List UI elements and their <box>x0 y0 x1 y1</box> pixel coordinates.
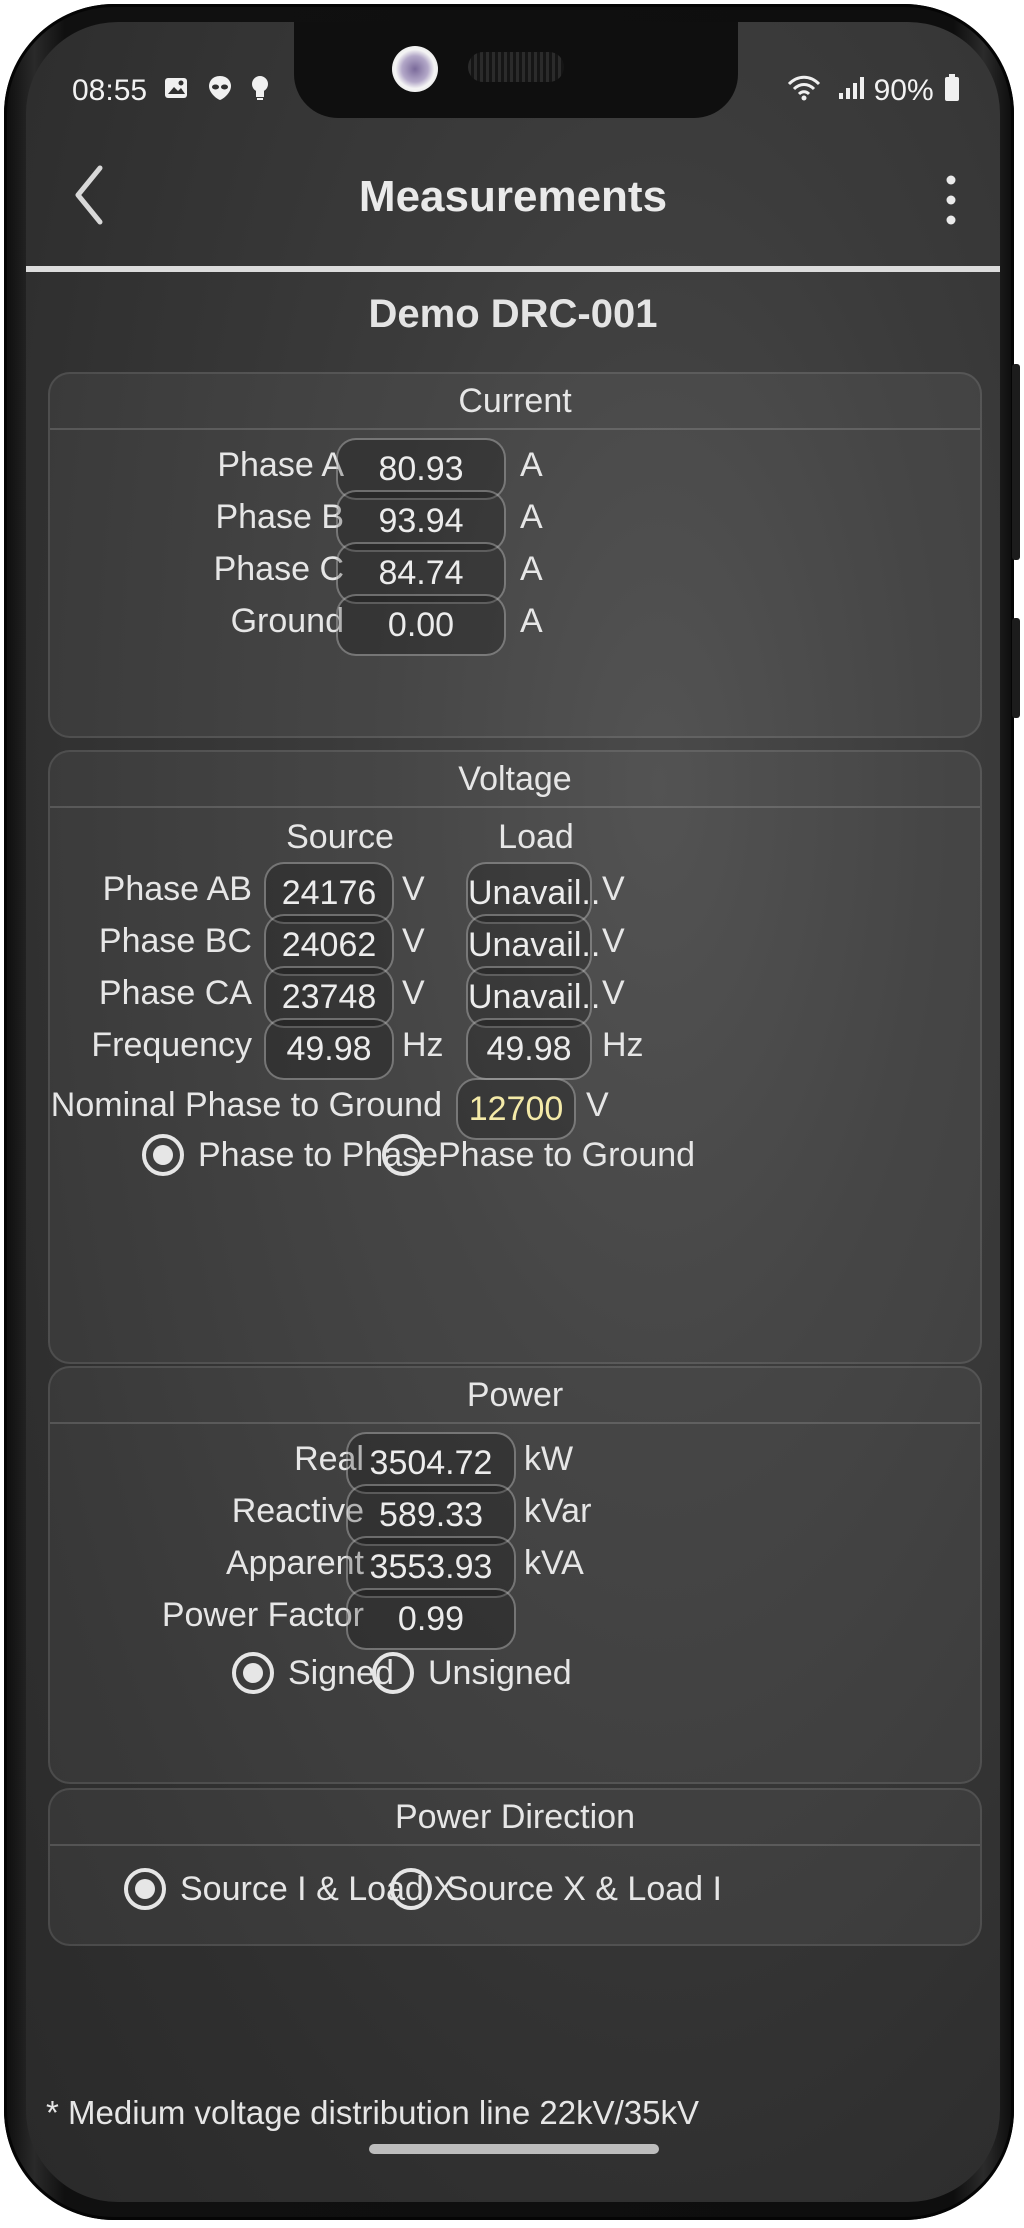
current-label-phase-a: Phase A <box>217 446 344 484</box>
front-camera <box>392 46 438 92</box>
home-indicator[interactable] <box>369 2144 659 2154</box>
current-label-phase-b: Phase B <box>215 498 344 536</box>
earpiece-speaker <box>468 52 564 82</box>
radio-selected-indicator <box>142 1134 184 1176</box>
voltage-label-phase-ab: Phase AB <box>102 870 252 908</box>
voltage-load-header: Load <box>498 818 574 856</box>
more-vertical-icon <box>946 175 956 225</box>
power-unit-real: kW <box>524 1440 574 1478</box>
nominal-unit: V <box>586 1086 609 1124</box>
voltage-load-unit-phase-bc: V <box>602 922 625 960</box>
current-unit-phase-a: A <box>520 446 543 484</box>
voltage-source-header: Source <box>286 818 394 856</box>
status-time: 08:55 <box>72 74 148 107</box>
current-value-ground: 0.00 <box>336 594 506 656</box>
voltage-load-unit-phase-ab: V <box>602 870 625 908</box>
power-button <box>1012 618 1020 718</box>
section-title-voltage: Voltage <box>50 752 980 808</box>
radio-label-unsigned: Unsigned <box>428 1653 572 1692</box>
voltage-load-frequency: 49.98 <box>466 1018 592 1080</box>
image-icon <box>163 75 189 109</box>
section-title-power-direction: Power Direction <box>50 1790 980 1846</box>
radio-selected-indicator <box>124 1868 166 1910</box>
radio-unsigned[interactable]: Unsigned <box>372 1652 572 1694</box>
voltage-source-unit-frequency: Hz <box>402 1026 444 1064</box>
radio-source-x-load-i[interactable]: Source X & Load I <box>390 1868 722 1910</box>
alien-icon <box>206 74 234 110</box>
voltage-label-phase-ca: Phase CA <box>98 974 252 1012</box>
screen: 08:55 90% Measurements Demo DRC-001 Curr… <box>26 22 1000 2202</box>
page-title: Measurements <box>358 172 668 221</box>
power-label-reactive: Reactive <box>231 1492 364 1530</box>
current-section: Current Phase A 80.93 A Phase B 93.94 A … <box>48 372 982 738</box>
radio-unselected-indicator <box>390 1868 432 1910</box>
battery-percent: 90% <box>873 74 934 107</box>
section-title-power: Power <box>50 1368 980 1424</box>
radio-signed[interactable]: Signed <box>232 1652 394 1694</box>
power-unit-apparent: kVA <box>524 1544 584 1582</box>
radio-unselected-indicator <box>382 1134 424 1176</box>
nominal-phase-to-ground-label: Nominal Phase to Ground <box>50 1086 442 1124</box>
radio-label-phase-to-ground: Phase to Ground <box>438 1135 696 1174</box>
device-name: Demo DRC-001 <box>368 292 658 336</box>
volume-button <box>1012 364 1020 560</box>
overflow-menu-button[interactable] <box>936 172 966 228</box>
voltage-label-frequency: Frequency <box>91 1026 252 1064</box>
header-divider <box>26 266 1000 272</box>
signal-icon <box>837 75 865 109</box>
voltage-source-unit-phase-ca: V <box>402 974 425 1012</box>
power-direction-section: Power Direction Source I & Load X Source… <box>48 1788 982 1946</box>
radio-label-source-x-load-i: Source X & Load I <box>446 1869 722 1908</box>
current-label-phase-c: Phase C <box>213 550 344 588</box>
voltage-section: Voltage Source Load Phase AB 24176 V Una… <box>48 750 982 1364</box>
nominal-phase-to-ground-input[interactable]: 12700 <box>456 1078 576 1140</box>
current-unit-phase-b: A <box>520 498 543 536</box>
voltage-label-phase-bc: Phase BC <box>98 922 252 960</box>
voltage-source-unit-phase-bc: V <box>402 922 425 960</box>
footnote: * Medium voltage distribution line 22kV/… <box>46 2094 700 2131</box>
voltage-source-frequency: 49.98 <box>264 1018 394 1080</box>
current-unit-phase-c: A <box>520 550 543 588</box>
voltage-load-unit-phase-ca: V <box>602 974 625 1012</box>
radio-unselected-indicator <box>372 1652 414 1694</box>
power-label-power-factor: Power Factor <box>161 1596 364 1634</box>
lightbulb-icon <box>250 74 270 110</box>
status-bar-left: 08:55 <box>72 74 270 110</box>
power-section: Power Real 3504.72 kW Reactive 589.33 kV… <box>48 1366 982 1784</box>
power-value-power-factor: 0.99 <box>346 1588 516 1650</box>
power-label-apparent: Apparent <box>226 1544 364 1582</box>
status-bar-right: 90% <box>779 74 960 110</box>
voltage-source-unit-phase-ab: V <box>402 870 425 908</box>
phone-frame: 08:55 90% Measurements Demo DRC-001 Curr… <box>4 4 1020 2220</box>
wifi-icon <box>787 75 821 109</box>
section-title-current: Current <box>50 374 980 430</box>
current-unit-ground: A <box>520 602 543 640</box>
voltage-load-unit-frequency: Hz <box>602 1026 644 1064</box>
battery-icon <box>944 74 960 110</box>
current-label-ground: Ground <box>230 602 344 640</box>
radio-phase-to-ground[interactable]: Phase to Ground <box>382 1134 695 1176</box>
radio-selected-indicator <box>232 1652 274 1694</box>
power-unit-reactive: kVar <box>524 1492 592 1530</box>
